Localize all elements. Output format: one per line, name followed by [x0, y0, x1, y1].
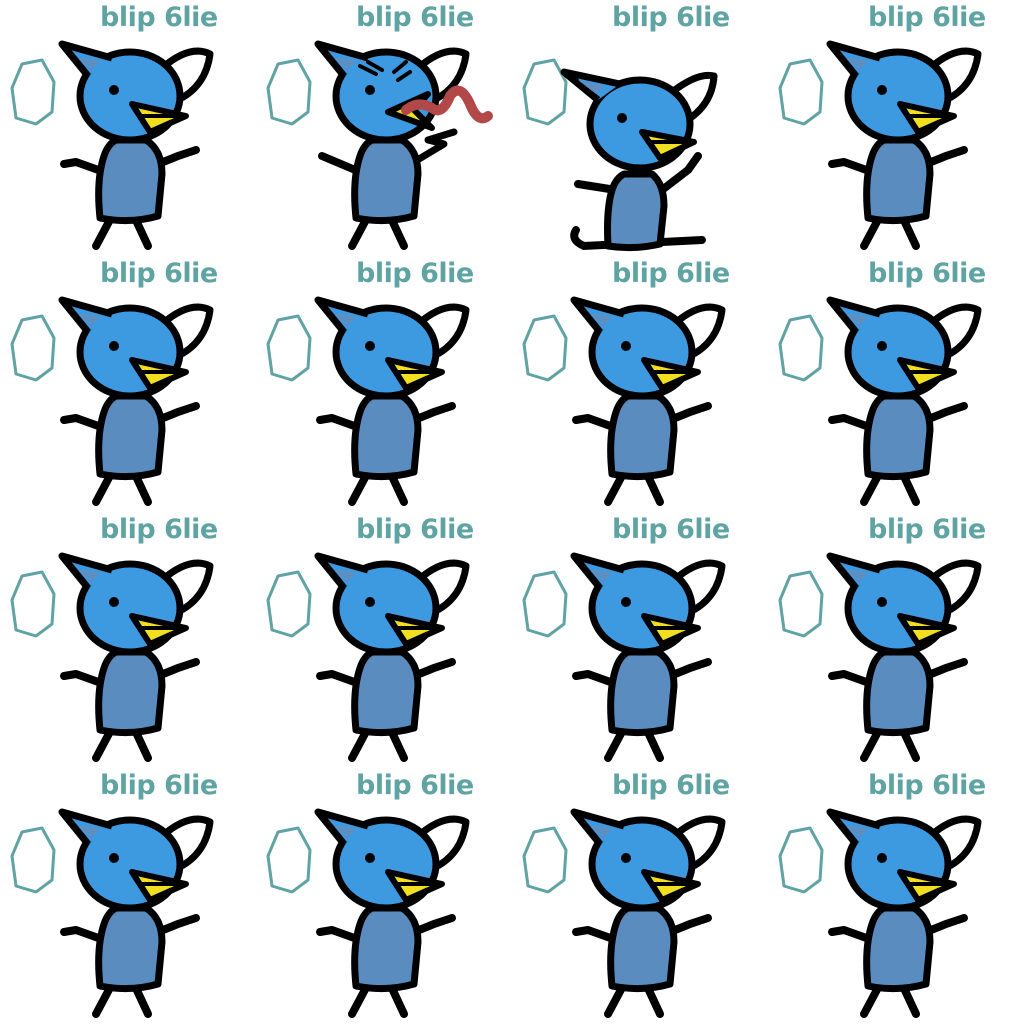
crystal-gem-icon [10, 570, 56, 638]
sprite-frame: blip 6lie [256, 768, 512, 1024]
body [863, 904, 934, 993]
sprite-frame: blip 6lie [512, 256, 768, 512]
sprite-frame: blip 6lie [768, 512, 1024, 768]
sprite-frame: blip 6lie [0, 0, 256, 256]
body [604, 170, 668, 252]
crystal-gem-icon [10, 58, 56, 126]
crystal-gem-icon [778, 826, 824, 894]
body [351, 392, 422, 481]
sprite-frame: blip 6lie [256, 256, 512, 512]
eye [365, 597, 375, 607]
character-drawing [10, 808, 214, 1018]
character-drawing [522, 296, 726, 506]
crystal-gem-icon [10, 314, 56, 382]
body [607, 392, 678, 481]
body [351, 136, 422, 225]
body [607, 648, 678, 737]
sprite-frame: blip 6lie [256, 0, 512, 256]
character-drawing [778, 552, 982, 762]
body [95, 136, 166, 225]
right-arm [410, 128, 458, 166]
eye [109, 597, 119, 607]
sprite-frame: blip 6lie [512, 768, 768, 1024]
eye [109, 853, 119, 863]
character-drawing [266, 552, 470, 762]
character-drawing [10, 296, 214, 506]
crystal-gem-icon [778, 314, 824, 382]
character-drawing [522, 552, 726, 762]
sprite-frame: blip 6lie [768, 768, 1024, 1024]
crystal-gem-icon [10, 826, 56, 894]
eye [877, 85, 887, 95]
crystal-gem-icon [778, 570, 824, 638]
eye [365, 85, 375, 95]
eye [617, 113, 627, 123]
character-drawing [266, 808, 470, 1018]
crystal-gem-icon [266, 570, 312, 638]
body [95, 648, 166, 737]
sprite-frame: blip 6lie [512, 0, 768, 256]
body [351, 648, 422, 737]
eye [621, 597, 631, 607]
sprite-frame: blip 6lie [768, 0, 1024, 256]
crystal-gem-icon [522, 58, 568, 126]
sprite-sheet: blip 6lie blip 6lie blip 6lie blip 6lie … [0, 0, 1024, 1024]
eye [877, 597, 887, 607]
eye [109, 85, 119, 95]
eye [621, 341, 631, 351]
body [351, 904, 422, 993]
sprite-frame: blip 6lie [0, 768, 256, 1024]
sprite-frame: blip 6lie [256, 512, 512, 768]
sprite-frame: blip 6lie [0, 512, 256, 768]
body [863, 136, 934, 225]
character-drawing [778, 296, 982, 506]
character-drawing [778, 40, 982, 250]
eye [365, 341, 375, 351]
body [95, 904, 166, 993]
crystal-gem-icon [522, 570, 568, 638]
sprite-frame: blip 6lie [512, 512, 768, 768]
body [95, 392, 166, 481]
eye [877, 341, 887, 351]
character-drawing [522, 808, 726, 1018]
eye [365, 853, 375, 863]
crystal-gem-icon [266, 314, 312, 382]
crystal-gem-icon [778, 58, 824, 126]
eye [109, 341, 119, 351]
sprite-frame: blip 6lie [0, 256, 256, 512]
sprite-frame: blip 6lie [768, 256, 1024, 512]
crystal-gem-icon [266, 826, 312, 894]
character-drawing [266, 40, 493, 250]
crystal-gem-icon [266, 58, 312, 126]
body [863, 648, 934, 737]
character-drawing [10, 40, 214, 250]
character-drawing [522, 58, 718, 252]
eye [621, 853, 631, 863]
crystal-gem-icon [522, 314, 568, 382]
character-drawing [778, 808, 982, 1018]
body [863, 392, 934, 481]
character-drawing [266, 296, 470, 506]
character-drawing [10, 552, 214, 762]
body [607, 904, 678, 993]
eye [877, 853, 887, 863]
crystal-gem-icon [522, 826, 568, 894]
